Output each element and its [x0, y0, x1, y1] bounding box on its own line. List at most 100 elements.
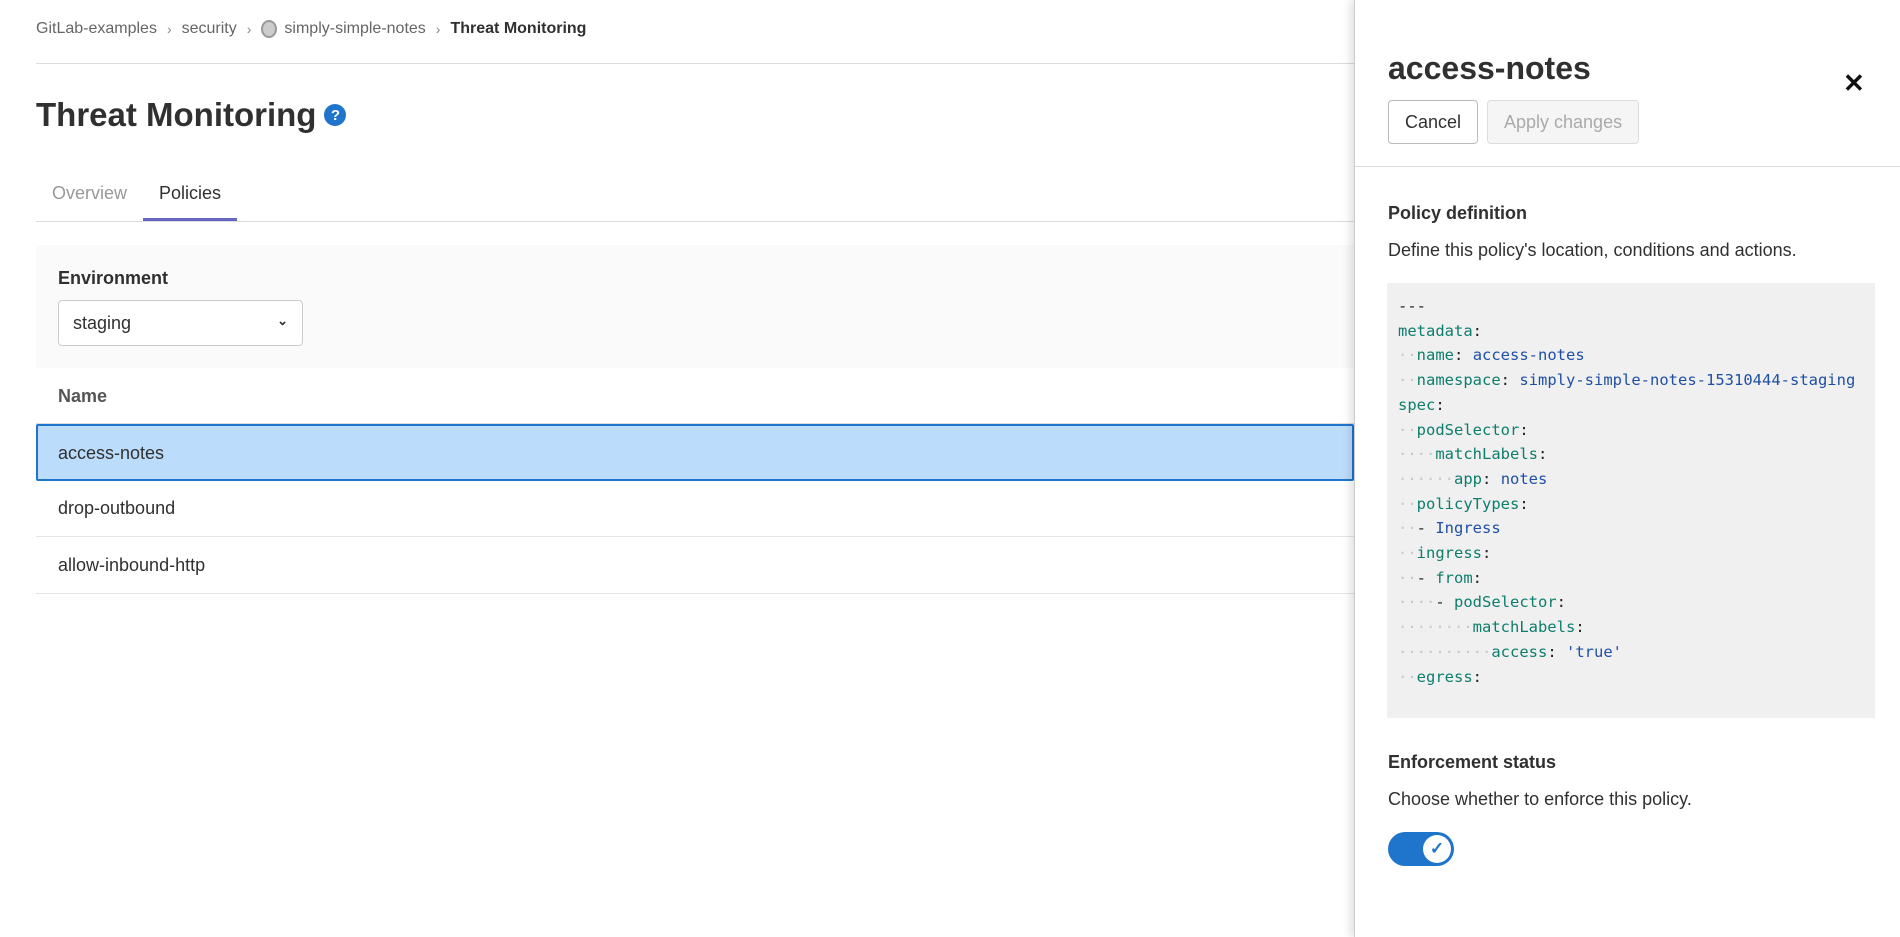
policy-drawer: access-notes ✕ Cancel Apply changes Poli… — [1354, 0, 1900, 937]
yaml-token: : — [1482, 544, 1492, 563]
yaml-line: ········matchLabels: — [1398, 615, 1864, 640]
yaml-line: ··········access: 'true' — [1398, 640, 1864, 665]
yaml-token: Ingress — [1435, 519, 1501, 538]
yaml-token: ·· — [1398, 568, 1417, 587]
tab-policies[interactable]: Policies — [143, 170, 238, 221]
yaml-token: ·········· — [1398, 642, 1492, 661]
environment-label: Environment — [58, 268, 169, 288]
yaml-token: ········ — [1398, 618, 1473, 637]
yaml-token: : — [1556, 593, 1566, 612]
yaml-line: ····- podSelector: — [1398, 590, 1864, 615]
yaml-token: - — [1435, 593, 1454, 612]
yaml-token: access-notes — [1472, 346, 1585, 365]
breadcrumb-current[interactable]: Threat Monitoring — [450, 20, 586, 38]
environment-filter: Environment staging ⌄ — [36, 245, 1354, 368]
enforcement-toggle[interactable]: ✓ — [1388, 832, 1454, 866]
chevron-down-icon: ⌄ — [277, 313, 288, 328]
yaml-line: ··- Ingress — [1398, 516, 1864, 541]
yaml-token: metadata — [1398, 321, 1473, 340]
policy-definition-description: Define this policy's location, condition… — [1388, 240, 1797, 260]
yaml-line: ··- from: — [1398, 566, 1864, 591]
yaml-token: egress — [1416, 667, 1473, 686]
yaml-token: matchLabels — [1472, 618, 1576, 637]
yaml-token: ·· — [1398, 544, 1417, 563]
yaml-token: ·· — [1398, 667, 1417, 686]
yaml-line: ··namespace: simply-simple-notes-1531044… — [1398, 368, 1864, 393]
yaml-line: ··podSelector: — [1398, 418, 1864, 443]
breadcrumb-project[interactable]: simply-simple-notes — [284, 20, 425, 38]
yaml-token: ···· — [1398, 593, 1436, 612]
environment-select[interactable]: staging ⌄ — [58, 300, 303, 346]
table-row[interactable]: drop-outbound — [36, 480, 1354, 537]
yaml-token: : — [1500, 371, 1511, 390]
breadcrumb: GitLab-examples › security › simply-simple… — [36, 20, 586, 38]
yaml-line: ······app: notes — [1398, 467, 1864, 492]
yaml-token — [1491, 470, 1500, 488]
close-icon[interactable]: ✕ — [1843, 68, 1865, 99]
chevron-right-icon: › — [246, 21, 252, 37]
yaml-token: policyTypes — [1416, 494, 1520, 513]
yaml-token: --- — [1398, 297, 1426, 315]
apply-changes-button[interactable]: Apply changes — [1487, 100, 1640, 144]
yaml-token — [1510, 371, 1519, 389]
drawer-title: access-notes — [1388, 50, 1591, 86]
table-row[interactable]: allow-inbound-http — [36, 537, 1354, 594]
yaml-token: - — [1416, 568, 1436, 587]
yaml-token: : — [1519, 494, 1529, 513]
environment-value: staging — [73, 313, 132, 333]
main-content: GitLab-examples › security › simply-simple… — [0, 0, 1354, 937]
divider — [1355, 166, 1900, 167]
yaml-token: name — [1416, 346, 1454, 365]
help-icon[interactable]: ? — [324, 104, 347, 126]
enforcement-status-heading: Enforcement status — [1388, 752, 1557, 772]
yaml-token: matchLabels — [1435, 445, 1538, 464]
table-header-name[interactable]: Name — [36, 368, 1354, 424]
yaml-line: metadata: — [1398, 319, 1864, 344]
yaml-token: notes — [1500, 469, 1548, 488]
yaml-token: 'true' — [1566, 642, 1623, 661]
yaml-token: podSelector — [1454, 593, 1557, 612]
yaml-token: simply-simple-notes-15310444-staging — [1519, 371, 1856, 390]
yaml-token: app — [1454, 469, 1482, 488]
yaml-token: : — [1454, 346, 1464, 365]
page-title-text: Threat Monitoring — [36, 96, 317, 133]
yaml-token: ···· — [1398, 445, 1436, 464]
yaml-token: : — [1435, 395, 1445, 414]
yaml-line: ··name: access-notes — [1398, 343, 1864, 368]
tab-overview[interactable]: Overview — [36, 170, 143, 221]
yaml-token: ·· — [1398, 494, 1417, 513]
yaml-token: ·· — [1398, 346, 1417, 365]
yaml-token: - — [1416, 519, 1436, 538]
yaml-token: ·· — [1398, 420, 1417, 439]
enforcement-status-description: Choose whether to enforce this policy. — [1388, 789, 1692, 809]
yaml-token: ······ — [1398, 469, 1454, 488]
check-icon: ✓ — [1423, 835, 1451, 863]
breadcrumb-subgroup[interactable]: security — [182, 20, 237, 38]
yaml-token: ·· — [1398, 371, 1417, 390]
page-title: Threat Monitoring? — [36, 96, 347, 134]
breadcrumb-group[interactable]: GitLab-examples — [36, 20, 157, 38]
chevron-right-icon: › — [166, 21, 172, 37]
yaml-line: ··policyTypes: — [1398, 492, 1864, 517]
yaml-token: : — [1519, 420, 1529, 439]
yaml-token: : — [1472, 321, 1482, 340]
yaml-token: : — [1537, 445, 1548, 464]
yaml-token: : — [1575, 618, 1585, 637]
yaml-token: ·· — [1398, 519, 1417, 538]
yaml-token: : — [1472, 568, 1483, 587]
yaml-token: : — [1547, 642, 1557, 661]
policy-definition-heading: Policy definition — [1388, 203, 1528, 223]
yaml-token — [1463, 346, 1472, 364]
divider — [36, 63, 1354, 64]
yaml-line: --- — [1398, 294, 1864, 319]
table-row[interactable]: access-notes — [36, 424, 1354, 481]
tabs: Overview Policies — [36, 170, 1354, 222]
yaml-line: spec: — [1398, 393, 1864, 418]
yaml-token: podSelector — [1416, 420, 1520, 439]
yaml-editor[interactable]: --- metadata: ··name: access-notes ··namesp… — [1387, 283, 1875, 718]
yaml-token — [1557, 643, 1566, 661]
yaml-token: namespace — [1416, 371, 1501, 390]
cancel-button[interactable]: Cancel — [1388, 100, 1479, 144]
yaml-token: spec — [1398, 395, 1436, 414]
chevron-right-icon: › — [435, 21, 441, 37]
